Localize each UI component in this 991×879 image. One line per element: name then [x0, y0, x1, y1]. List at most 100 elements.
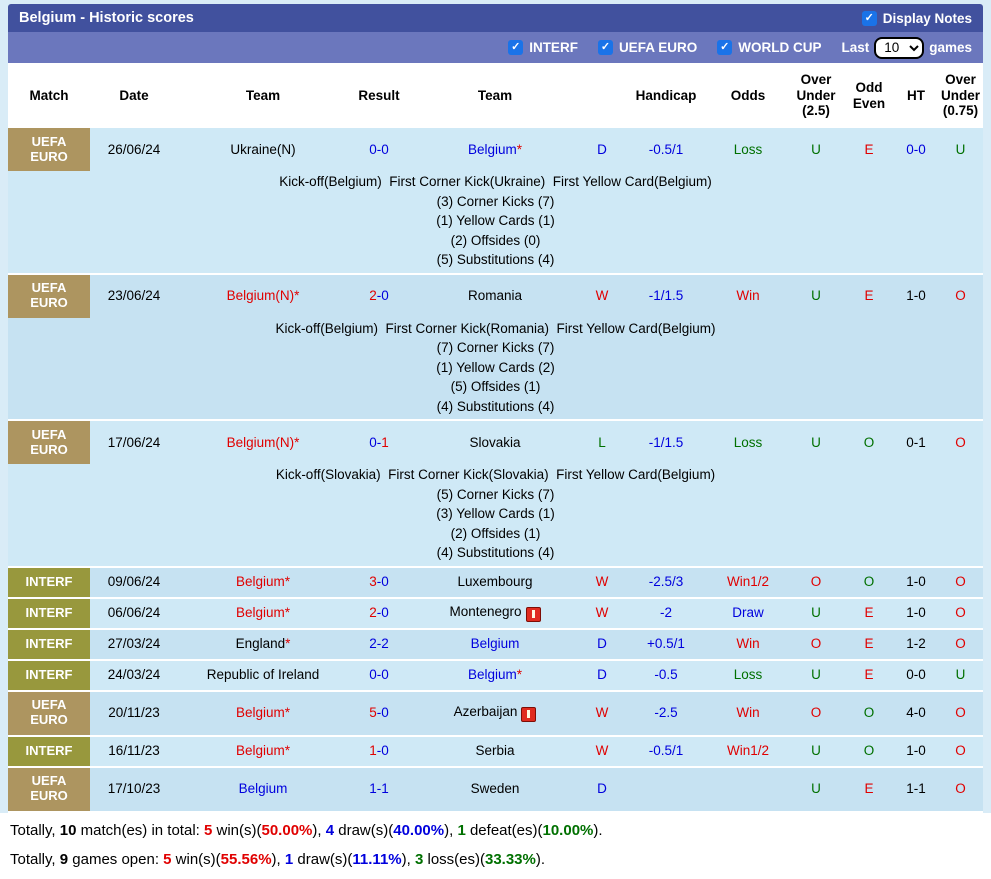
table-row: UEFA EURO17/06/24Belgium(N)*0-1SlovakiaL… — [8, 421, 983, 464]
date-cell: 06/06/24 — [90, 605, 178, 621]
note-line: (5) Corner Kicks (7) — [8, 485, 983, 505]
summary-segment: 55.56% — [221, 851, 272, 868]
team-name: Azerbaijan — [454, 704, 518, 719]
odds-cell: Win1/2 — [708, 574, 788, 590]
competition-badge: INTERF — [8, 737, 90, 766]
result-cell: 3-0 — [348, 574, 410, 590]
team-name: Romania — [468, 288, 522, 303]
wdl-cell: W — [580, 705, 624, 721]
away-score: 0 — [381, 743, 389, 758]
wdl-cell: D — [580, 781, 624, 797]
note-line: (7) Corner Kicks (7) — [8, 338, 983, 358]
date-cell: 27/03/24 — [90, 636, 178, 652]
odds-cell: Loss — [708, 435, 788, 451]
checkbox-checked-icon[interactable]: ✓ — [508, 40, 523, 55]
summary-segment: ), — [402, 851, 415, 868]
away-score: 0 — [381, 667, 389, 682]
result-cell: 2-2 — [348, 636, 410, 652]
games-count-select[interactable]: 10 — [874, 37, 924, 59]
away-team-cell: Belgium — [410, 636, 580, 652]
result-cell: 2-0 — [348, 288, 410, 304]
handicap-cell: -1/1.5 — [624, 288, 708, 304]
away-team-cell: Luxembourg — [410, 574, 580, 590]
odds-cell: Win1/2 — [708, 743, 788, 759]
note-line: (3) Yellow Cards (1) — [8, 504, 983, 524]
home-score: 1 — [369, 743, 377, 758]
note-line: (5) Offsides (1) — [8, 377, 983, 397]
table-row: INTERF27/03/24England*2-2BelgiumD+0.5/1W… — [8, 630, 983, 659]
away-score: 0 — [381, 288, 389, 303]
filter-checkbox-uefa-euro[interactable]: ✓ UEFA EURO — [598, 40, 697, 55]
match-cell: UEFA EURO — [8, 275, 90, 318]
last-label: Last — [841, 40, 869, 55]
odds-cell: Loss — [708, 142, 788, 158]
filter-label-uefa-euro: UEFA EURO — [619, 40, 697, 55]
odd-even-cell: O — [844, 705, 894, 721]
wdl-cell: D — [580, 636, 624, 652]
table-row: UEFA EURO20/11/23Belgium*5-0AzerbaijanW-… — [8, 692, 983, 735]
summary-segment: 33.33% — [485, 851, 536, 868]
result-cell: 0-0 — [348, 142, 410, 158]
team-name: Belgium — [236, 743, 285, 758]
away-score: 0 — [381, 705, 389, 720]
odds-cell: Draw — [708, 605, 788, 621]
note-line: (3) Corner Kicks (7) — [8, 192, 983, 212]
competition-badge: UEFA EURO — [8, 421, 90, 464]
filter-checkbox-interf[interactable]: ✓ INTERF — [508, 40, 578, 55]
handicap-cell: -2.5 — [624, 705, 708, 721]
away-team-cell: Sweden — [410, 781, 580, 797]
display-notes-toggle[interactable]: ✓ Display Notes — [862, 11, 972, 26]
home-team-cell: England* — [178, 636, 348, 652]
over-under-075-cell: O — [938, 743, 983, 759]
games-label: games — [929, 40, 972, 55]
checkbox-checked-icon[interactable]: ✓ — [598, 40, 613, 55]
ht-cell: 0-1 — [894, 435, 938, 451]
focus-star: * — [294, 435, 299, 450]
team-name: Luxembourg — [457, 574, 532, 589]
focus-star: * — [285, 605, 290, 620]
handicap-cell: -2.5/3 — [624, 574, 708, 590]
away-team-cell: Slovakia — [410, 435, 580, 451]
summary-line: Totally, 3 game(s) over, 7 game(s) under… — [10, 874, 991, 879]
odd-even-cell: O — [844, 743, 894, 759]
red-card-bar — [527, 710, 530, 718]
red-card-bar — [532, 610, 535, 618]
note-line: (2) Offsides (0) — [8, 231, 983, 251]
summary-segment: ). — [593, 822, 602, 839]
team-name: Sweden — [471, 781, 520, 796]
summary-segment: 1 — [285, 851, 293, 868]
ht-cell: 1-0 — [894, 288, 938, 304]
header-odds: Odds — [708, 88, 788, 104]
match-cell: INTERF — [8, 661, 90, 690]
result-cell: 0-0 — [348, 667, 410, 683]
competition-badge: INTERF — [8, 661, 90, 690]
summary-segment: 9 — [60, 851, 68, 868]
team-name: England — [236, 636, 286, 651]
away-score: 2 — [381, 636, 389, 651]
handicap-cell: -0.5/1 — [624, 142, 708, 158]
team-name: Republic of Ireland — [207, 667, 320, 682]
focus-star: * — [517, 142, 522, 157]
wdl-cell: W — [580, 743, 624, 759]
competition-badge: INTERF — [8, 599, 90, 628]
match-row-group: INTERF24/03/24Republic of Ireland0-0Belg… — [8, 661, 983, 692]
filter-label-interf: INTERF — [529, 40, 578, 55]
header-over-under-25: Over Under (2.5) — [788, 72, 844, 119]
home-score: 2 — [369, 605, 377, 620]
table-row: UEFA EURO23/06/24Belgium(N)*2-0RomaniaW-… — [8, 275, 983, 318]
page-title: Belgium - Historic scores — [19, 10, 194, 26]
over-under-075-cell: O — [938, 605, 983, 621]
table-header-row: Match Date Team Result Team Handicap Odd… — [8, 63, 983, 128]
summary-segment: loss(es)( — [423, 851, 485, 868]
filter-checkbox-world-cup[interactable]: ✓ WORLD CUP — [717, 40, 821, 55]
ht-cell: 1-0 — [894, 605, 938, 621]
summary-segment: 10 — [60, 822, 77, 839]
match-row-group: INTERF16/11/23Belgium*1-0SerbiaW-0.5/1Wi… — [8, 737, 983, 768]
checkbox-checked-icon[interactable]: ✓ — [862, 11, 877, 26]
checkbox-checked-icon[interactable]: ✓ — [717, 40, 732, 55]
summary-segment: 50.00% — [262, 822, 313, 839]
note-line: Kick-off(Belgium) First Corner Kick(Ukra… — [8, 172, 983, 192]
away-score: 0 — [381, 605, 389, 620]
over-under-25-cell: U — [788, 667, 844, 683]
odd-even-cell: E — [844, 781, 894, 797]
